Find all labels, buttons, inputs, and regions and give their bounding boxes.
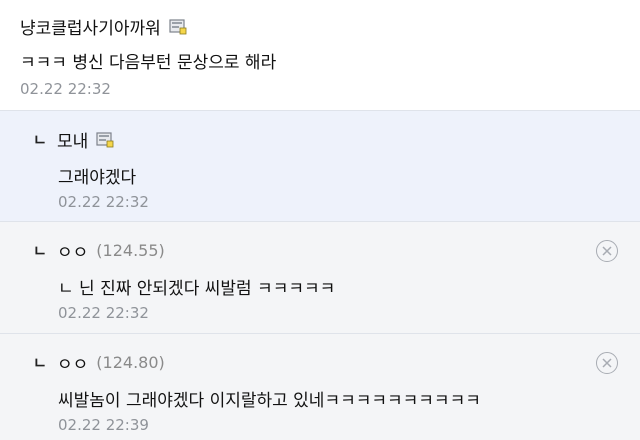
reply-item: ㄴ 모내 그래야겠다 02.22 22:32 [0, 110, 640, 221]
reply-header: ㄴ ㅇㅇ (124.80) [33, 350, 165, 375]
reply-header: ㄴ 모내 [33, 127, 114, 152]
reply-date: 02.22 22:32 [58, 193, 149, 211]
reply-date: 02.22 22:39 [58, 416, 149, 434]
comment-header: 냥코클럽사기아까워 [20, 14, 187, 39]
reply-header: ㄴ ㅇㅇ (124.55) [33, 238, 165, 263]
delete-button[interactable] [596, 352, 618, 374]
reply-text: 씨발놈이 그래야겠다 이지랄하고 있네ㅋㅋㅋㅋㅋㅋㅋㅋㅋㅋ [58, 391, 481, 411]
memo-icon [96, 131, 114, 147]
reply-arrow-icon: ㄴ [33, 354, 47, 372]
comment-item: 냥코클럽사기아까워 ㅋㅋㅋ 병신 다음부턴 문상으로 해라 02.22 22:3… [0, 0, 640, 110]
reply-item: ㄴ ㅇㅇ (124.55) ㄴ 닌 진짜 안되겠다 씨발럼 ㅋㅋㅋㅋㅋ 02.2… [0, 221, 640, 333]
reply-text: 그래야겠다 [58, 168, 137, 188]
reply-text: ㄴ 닌 진짜 안되겠다 씨발럼 ㅋㅋㅋㅋㅋ [58, 279, 336, 299]
delete-button[interactable] [596, 240, 618, 262]
reply-nickname[interactable]: ㅇㅇ [57, 238, 88, 263]
reply-date: 02.22 22:32 [58, 304, 149, 322]
close-circle-icon [602, 358, 612, 368]
comment-date: 02.22 22:32 [20, 80, 111, 98]
reply-arrow-icon: ㄴ [33, 131, 47, 149]
comment-nickname[interactable]: 냥코클럽사기아까워 [20, 14, 161, 39]
reply-ip: (124.80) [96, 353, 165, 372]
reply-item: ㄴ ㅇㅇ (124.80) 씨발놈이 그래야겠다 이지랄하고 있네ㅋㅋㅋㅋㅋㅋㅋ… [0, 333, 640, 440]
memo-icon [169, 18, 187, 34]
comment-thread: 냥코클럽사기아까워 ㅋㅋㅋ 병신 다음부턴 문상으로 해라 02.22 22:3… [0, 0, 640, 440]
reply-arrow-icon: ㄴ [33, 242, 47, 260]
comment-text: ㅋㅋㅋ 병신 다음부턴 문상으로 해라 [20, 53, 277, 73]
reply-ip: (124.55) [96, 241, 165, 260]
reply-nickname[interactable]: ㅇㅇ [57, 350, 88, 375]
reply-nickname[interactable]: 모내 [57, 127, 88, 152]
close-circle-icon [602, 246, 612, 256]
